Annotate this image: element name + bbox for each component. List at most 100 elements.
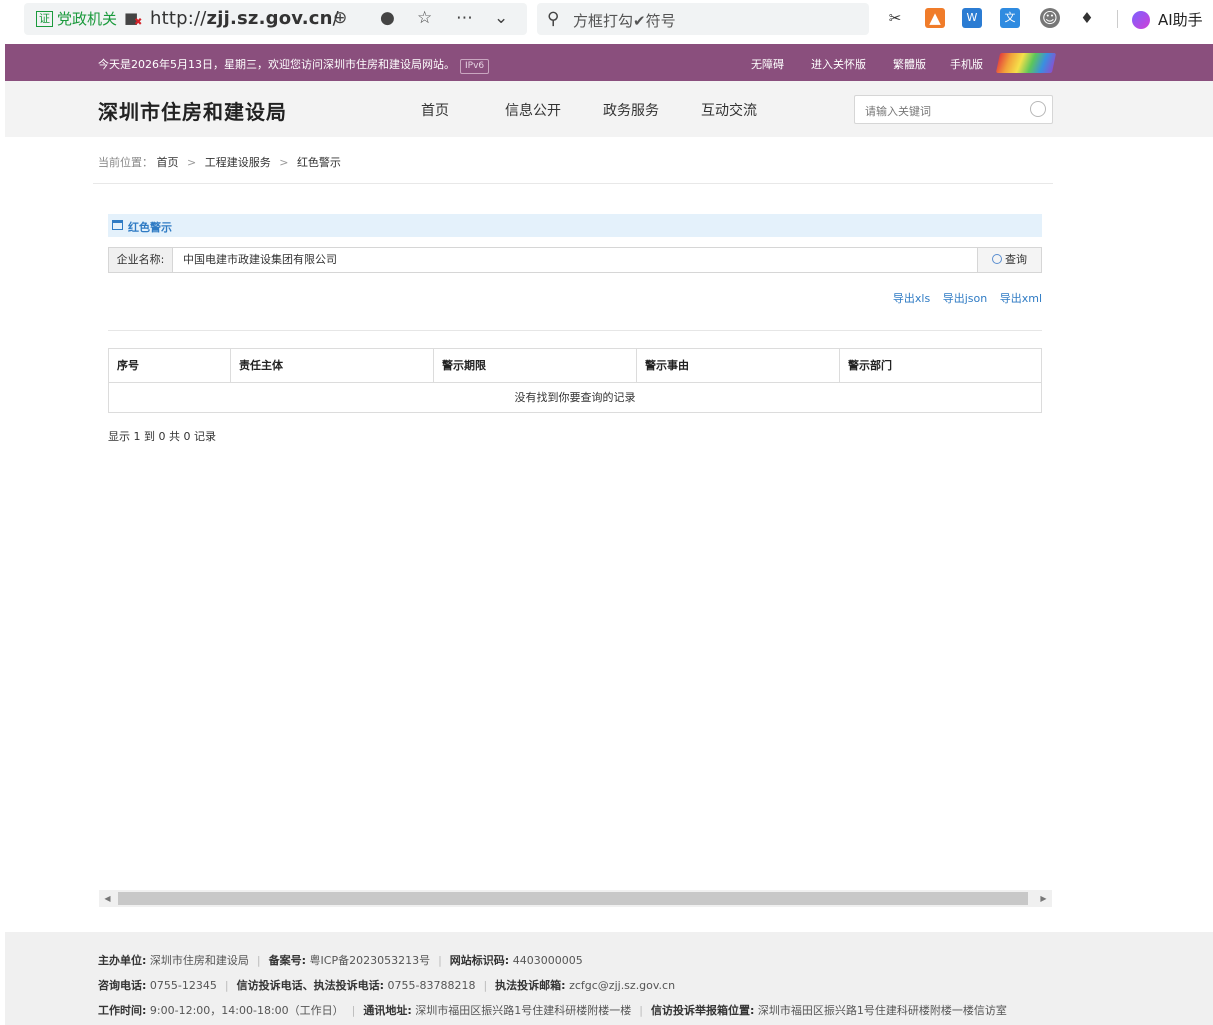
certificate-badge[interactable]: 证党政机关 — [36, 9, 117, 29]
breadcrumb-separator: > — [279, 156, 289, 169]
toolbar-divider — [1117, 10, 1118, 28]
footer-value: 9:00-12:00，14:00-18:00（工作日） — [149, 1004, 344, 1017]
nav-home[interactable]: 首页 — [421, 100, 449, 120]
column-header-period[interactable]: 警示期限 — [434, 349, 637, 382]
column-header-department[interactable]: 警示部门 — [840, 349, 1041, 382]
footer-divider: | — [351, 1004, 356, 1017]
site-title[interactable]: 深圳市住房和建设局 — [98, 96, 287, 125]
footer-label: 信访投诉举报箱位置: — [651, 1004, 755, 1017]
ipv6-badge: IPv6 — [460, 59, 490, 74]
footer-divider: | — [224, 979, 229, 992]
nav-government-services[interactable]: 政务服务 — [603, 100, 659, 120]
mobile-version-link[interactable]: 手机版 — [950, 56, 983, 72]
footer-value: 4403000005 — [512, 954, 583, 967]
footer-label: 备案号: — [268, 954, 307, 967]
table-header: 序号 责任主体 警示期限 警示事由 警示部门 — [109, 349, 1041, 383]
query-button[interactable]: 查询 — [977, 248, 1041, 272]
footer-email-link[interactable]: zcfgc@zjj.sz.gov.cn — [569, 979, 675, 992]
export-json-link[interactable]: 导出json — [943, 292, 988, 305]
filter-bar: 企业名称: 中国电建市政建设集团有限公司 查询 — [108, 247, 1042, 273]
nav-interaction[interactable]: 互动交流 — [701, 100, 757, 120]
browser-search-placeholder: 方框打勾✔符号 — [573, 12, 676, 30]
site-search-placeholder: 请输入关键词 — [865, 105, 931, 118]
translate-icon[interactable]: 文 — [1000, 8, 1020, 28]
cert-icon: 证 — [36, 11, 53, 27]
care-mode-link[interactable]: 进入关怀版 — [811, 56, 866, 72]
site-topbar: 今天是2026年5月13日，星期三，欢迎您访问深圳市住房和建设局网站。 IPv6 … — [5, 44, 1213, 81]
cert-label: 党政机关 — [57, 10, 118, 28]
column-header-index[interactable]: 序号 — [109, 349, 231, 382]
breadcrumb-current: 红色警示 — [296, 156, 341, 169]
browser-search-box[interactable]: ⚲ 方框打勾✔符号 — [537, 3, 869, 35]
calendar-icon — [112, 220, 123, 230]
lightbulb-icon[interactable]: ● — [380, 8, 395, 28]
browser-toolbar: 证党政机关 ■ ✖ http://zjj.sz.gov.cn/ ⊕ ● ☆ ⋯ ⌄… — [0, 0, 1213, 38]
company-name-label: 企业名称: — [109, 248, 173, 272]
url-domain: zjj.sz.gov.cn — [206, 8, 333, 29]
extension-fox-icon[interactable]: ▲ — [925, 8, 945, 28]
company-name-input[interactable]: 中国电建市政建设集团有限公司 — [183, 248, 337, 272]
pagination-info: 显示 1 到 0 共 0 记录 — [108, 430, 216, 443]
scroll-right-icon[interactable]: ▶ — [1035, 890, 1052, 907]
footer-label: 网站标识码: — [449, 954, 510, 967]
footer-label: 主办单位: — [98, 954, 147, 967]
breadcrumb-engineering[interactable]: 工程建设服务 — [205, 156, 271, 169]
breadcrumb-home[interactable]: 首页 — [157, 156, 179, 169]
footer-value: 0755-83788218 — [387, 979, 476, 992]
breadcrumb-separator: > — [187, 156, 197, 169]
column-header-reason[interactable]: 警示事由 — [637, 349, 840, 382]
footer-value: 深圳市福田区振兴路1号住建科研楼附楼一楼 — [415, 1004, 632, 1017]
footer-divider: | — [256, 954, 261, 967]
scroll-left-icon[interactable]: ◀ — [99, 890, 116, 907]
red-warning-table: 序号 责任主体 警示期限 警示事由 警示部门 没有找到你要查询的记录 — [108, 348, 1042, 413]
breadcrumb: 当前位置： 首页 > 工程建设服务 > 红色警示 — [98, 154, 341, 170]
accessibility-link[interactable]: 无障碍 — [751, 56, 784, 72]
footer-line-2: 咨询电话: 0755-12345 | 信访投诉电话、执法投诉电话: 0755-837… — [98, 977, 675, 993]
footer-label: 信访投诉电话、执法投诉电话: — [236, 979, 384, 992]
traditional-chinese-link[interactable]: 繁體版 — [893, 56, 926, 72]
footer-value: 深圳市福田区振兴路1号住建科研楼附楼一楼信访室 — [757, 1004, 1007, 1017]
address-url[interactable]: http://zjj.sz.gov.cn/ — [150, 8, 339, 30]
welcome-text: 今天是2026年5月13日，星期三，欢迎您访问深圳市住房和建设局网站。 IPv6 — [98, 56, 490, 74]
footer-icp-link[interactable]: 粤ICP备2023053213号 — [310, 954, 431, 967]
footer-label: 咨询电话: — [98, 979, 147, 992]
ai-assistant-icon[interactable] — [1132, 11, 1150, 29]
word-icon[interactable]: W — [962, 8, 982, 28]
empty-table-message: 没有找到你要查询的记录 — [514, 391, 636, 404]
panel-title: 红色警示 — [128, 221, 172, 234]
scrollbar-thumb[interactable] — [118, 892, 1028, 905]
footer-line-3: 工作时间: 9:00-12:00，14:00-18:00（工作日） | 通讯地址: … — [98, 1002, 1007, 1018]
footer-divider: | — [438, 954, 442, 967]
search-icon — [992, 254, 1002, 264]
breadcrumb-prefix: 当前位置： — [98, 156, 153, 169]
star-icon[interactable]: ☆ — [417, 8, 432, 28]
column-header-responsible[interactable]: 责任主体 — [231, 349, 434, 382]
more-icon[interactable]: ⋯ — [456, 8, 473, 28]
extension-face-icon[interactable]: ☺ — [1040, 8, 1060, 28]
export-xls-link[interactable]: 导出xls — [893, 292, 930, 305]
puzzle-icon[interactable]: ♦ — [1077, 8, 1097, 28]
horizontal-scrollbar[interactable]: ◀ ▶ — [99, 890, 1052, 907]
search-icon[interactable] — [1030, 101, 1046, 117]
footer-label: 通讯地址: — [363, 1004, 412, 1017]
zoom-icon[interactable]: ⊕ — [333, 8, 347, 28]
site-search-input[interactable]: 请输入关键词 — [854, 95, 1053, 124]
export-links: 导出xls 导出json 导出xml — [884, 290, 1042, 306]
footer-value: 深圳市住房和建设局 — [149, 954, 249, 967]
rainbow-logo[interactable] — [995, 53, 1057, 73]
footer-line-1: 主办单位: 深圳市住房和建设局 | 备案号: 粤ICP备2023053213号 | 网站… — [98, 952, 583, 968]
footer-value: 0755-12345 — [149, 979, 217, 992]
site-permission-icon[interactable]: ■ ✖ — [124, 9, 142, 28]
ai-assistant-label[interactable]: AI助手 — [1158, 9, 1203, 30]
scissors-icon[interactable]: ✂ — [885, 8, 905, 28]
chevron-down-icon[interactable]: ⌄ — [494, 8, 508, 28]
site-header: 深圳市住房和建设局 首页 信息公开 政务服务 互动交流 请输入关键词 — [5, 81, 1213, 137]
export-xml-link[interactable]: 导出xml — [1000, 292, 1042, 305]
footer-divider: | — [483, 979, 488, 992]
site-footer: 主办单位: 深圳市住房和建设局 | 备案号: 粤ICP备2023053213号 | 网站… — [5, 932, 1213, 1025]
welcome-message: 今天是2026年5月13日，星期三，欢迎您访问深圳市住房和建设局网站。 — [98, 58, 455, 71]
panel-header: 红色警示 — [108, 214, 1042, 237]
url-scheme: http:// — [150, 8, 207, 29]
query-button-label: 查询 — [1005, 253, 1027, 266]
nav-info-disclosure[interactable]: 信息公开 — [505, 100, 561, 120]
